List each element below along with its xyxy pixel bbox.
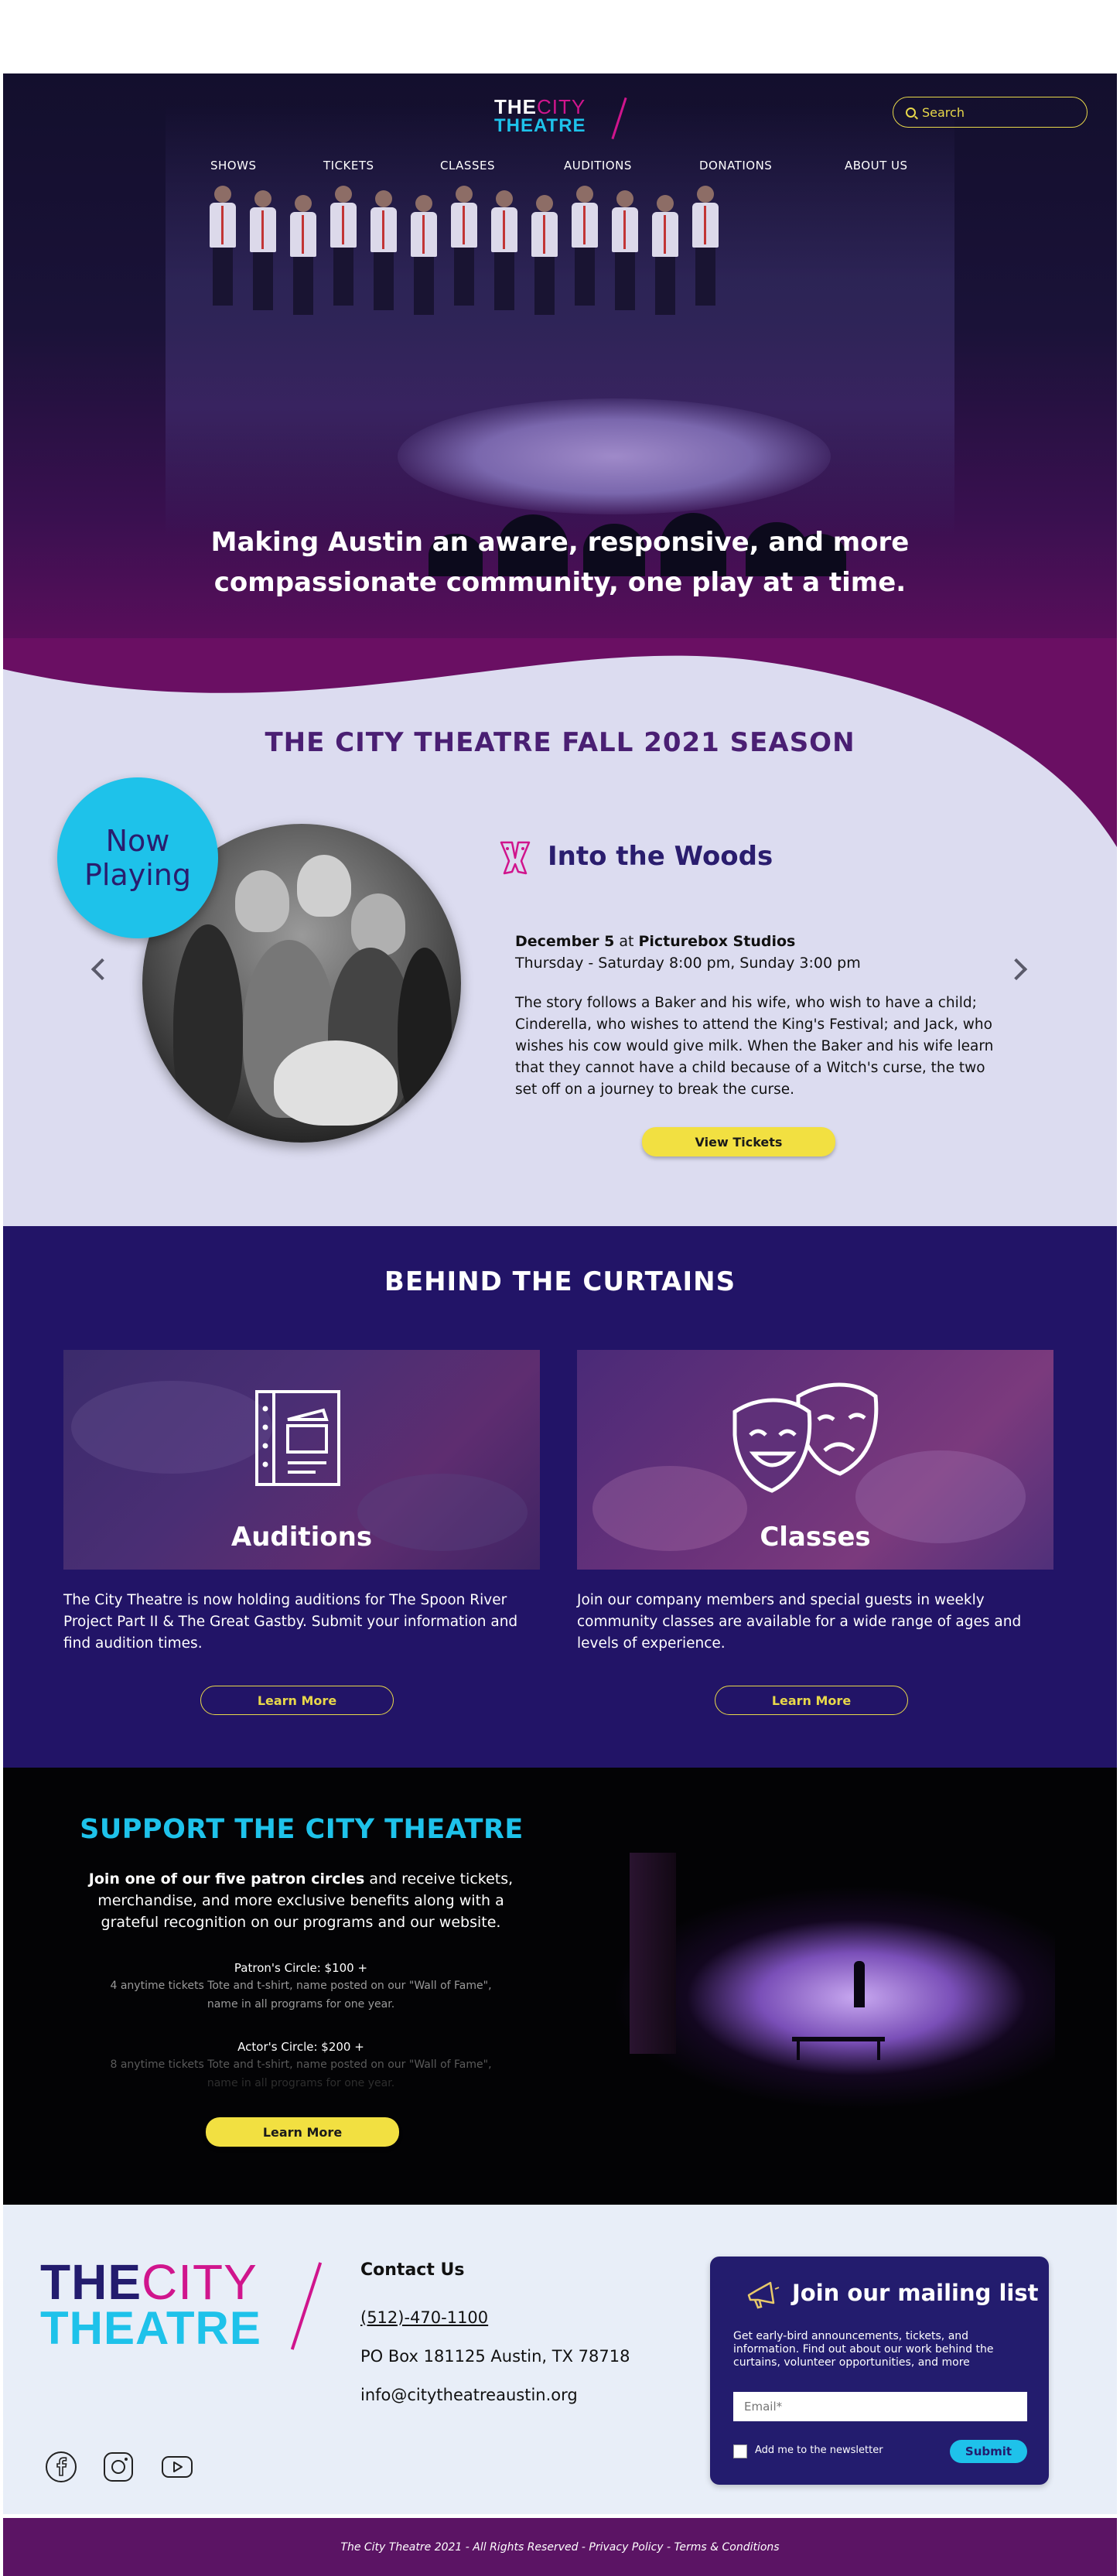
theatre-masks-icon [732, 1382, 879, 1493]
nav-auditions[interactable]: AUDITIONS [564, 159, 632, 173]
badge-line-2: Playing [84, 858, 191, 892]
actor-tier: Actor's Circle: $200 + 8 anytime tickets… [88, 2038, 514, 2093]
actor-figure [491, 190, 517, 310]
actor-figure [652, 195, 678, 315]
nav-about-us[interactable]: ABOUT US [845, 159, 908, 173]
nav-donations[interactable]: DONATIONS [699, 159, 772, 173]
footer-logo[interactable]: THECITY THEATRE [40, 2257, 323, 2358]
actor-figure [290, 195, 316, 315]
behind-the-curtains-section: BEHIND THE CURTAINS Auditions Classes Th… [3, 1226, 1117, 1768]
behind-title: BEHIND THE CURTAINS [384, 1266, 736, 1297]
tier-desc: name in all programs for one year. [207, 1998, 395, 2011]
tier-name: Actor's Circle: $200 + [237, 2040, 364, 2054]
search-placeholder: Search [922, 104, 965, 120]
tier-desc: 8 anytime tickets Tote and t-shirt, name… [110, 2058, 492, 2071]
actor-figure [572, 186, 598, 306]
search-icon [906, 107, 916, 118]
classes-card-image[interactable]: Classes [577, 1350, 1053, 1570]
megaphone-icon [747, 2281, 780, 2309]
actor-figure [451, 186, 477, 306]
tier-name: Patron's Circle: $100 + [234, 1961, 368, 1975]
newsletter-label: Add me to the newsletter [755, 2444, 883, 2456]
show-venue: Picturebox Studios [638, 933, 796, 950]
hero-tagline: Making Austin an aware, responsive, and … [3, 522, 1117, 603]
tagline-line-2: compassionate community, one play at a t… [213, 567, 907, 598]
masks-icon [500, 841, 531, 875]
auditions-learn-more-button[interactable]: Learn More [200, 1686, 394, 1715]
main-nav: SHOWS TICKETS CLASSES AUDITIONS DONATION… [3, 159, 1117, 182]
carousel-next-icon[interactable] [1005, 958, 1028, 981]
actor-figure [692, 186, 719, 306]
search-input[interactable]: Search [893, 97, 1088, 128]
view-tickets-button[interactable]: View Tickets [642, 1127, 835, 1156]
clapperboard-icon [255, 1390, 340, 1486]
youtube-icon[interactable] [161, 2451, 193, 2483]
email-field[interactable] [733, 2392, 1027, 2421]
support-intro: Join one of our five patron circles and … [88, 1868, 514, 1933]
now-playing-badge: Now Playing [57, 777, 218, 938]
support-learn-more-button[interactable]: Learn More [206, 2117, 399, 2147]
show-date-day: December 5 [515, 933, 615, 950]
actor-figure [250, 190, 276, 310]
support-title: SUPPORT THE CITY THEATRE [80, 1814, 524, 1845]
copyright-text: The City Theatre 2021 - All Rights Reser… [340, 2540, 780, 2554]
actor-figure [210, 186, 236, 306]
copyright-bar: The City Theatre 2021 - All Rights Reser… [3, 2518, 1117, 2576]
badge-line-1: Now [105, 824, 170, 858]
classes-learn-more-button[interactable]: Learn More [715, 1686, 908, 1715]
footer-logo-theatre: THEATRE [40, 2302, 261, 2354]
classes-text: Join our company members and special gue… [577, 1592, 1022, 1652]
phone-link[interactable]: (512)-470-1100 [360, 2308, 488, 2327]
support-stage-photo [614, 1853, 1055, 2131]
contact-heading: Contact Us [360, 2260, 465, 2280]
logo-theatre: THEATRE [494, 115, 586, 136]
nav-classes[interactable]: CLASSES [440, 159, 495, 173]
mailing-list-form: Join our mailing list Get early-bird ann… [710, 2257, 1049, 2485]
nav-tickets[interactable]: TICKETS [323, 159, 374, 173]
tier-desc: name in all programs for one year. [207, 2077, 395, 2089]
patron-tier: Patron's Circle: $100 + 4 anytime ticket… [88, 1959, 514, 2014]
actor-figure [330, 186, 357, 306]
show-date: December 5 at Picturebox Studios Thursda… [515, 931, 861, 974]
mailing-description: Get early-bird announcements, tickets, a… [733, 2330, 994, 2369]
mailing-title: Join our mailing list [792, 2280, 1039, 2306]
instagram-icon[interactable] [102, 2451, 135, 2483]
season-title: THE CITY THEATRE FALL 2021 SEASON [265, 727, 855, 758]
facebook-icon[interactable] [45, 2451, 77, 2483]
auditions-card-image[interactable]: Auditions [63, 1350, 540, 1570]
footer-logo-slash [290, 2262, 323, 2350]
tier-desc: 4 anytime tickets Tote and t-shirt, name… [110, 1980, 492, 1992]
show-date-at: at [614, 933, 639, 950]
actor-figure [370, 190, 397, 310]
classes-label: Classes [760, 1522, 871, 1553]
site-logo[interactable]: THECITY THEATRE [494, 95, 633, 142]
actor-figure [531, 195, 558, 315]
email-link[interactable]: info@citytheatreaustin.org [360, 2386, 578, 2404]
footer: THECITY THEATRE Contact Us (512)-470-110… [3, 2205, 1117, 2514]
actor-figure [612, 190, 638, 310]
submit-button[interactable]: Submit [950, 2440, 1027, 2463]
mailing-address: PO Box 181125 Austin, TX 78718 [360, 2347, 630, 2366]
nav-shows[interactable]: SHOWS [210, 159, 256, 173]
show-times: Thursday - Saturday 8:00 pm, Sunday 3:00… [515, 955, 861, 972]
support-section: SUPPORT THE CITY THEATRE Join one of our… [3, 1768, 1117, 2205]
carousel-prev-icon[interactable] [90, 958, 114, 981]
auditions-label: Auditions [230, 1522, 373, 1553]
tagline-line-1: Making Austin an aware, responsive, and … [210, 527, 910, 558]
auditions-text: The City Theatre is now holding audition… [63, 1592, 518, 1652]
contact-block: Contact Us (512)-470-1100 PO Box 181125 … [360, 2260, 630, 2404]
show-title: Into the Woods [548, 841, 773, 872]
show-description: The story follows a Baker and his wife, … [515, 995, 994, 1098]
logo-slash [611, 97, 627, 140]
actor-figure [411, 195, 437, 315]
stage-light [398, 398, 831, 514]
newsletter-checkbox[interactable] [733, 2444, 747, 2458]
support-intro-bold: Join one of our five patron circles [88, 1871, 365, 1888]
season-section: THE CITY THEATRE FALL 2021 SEASON Now Pl… [3, 638, 1117, 1226]
